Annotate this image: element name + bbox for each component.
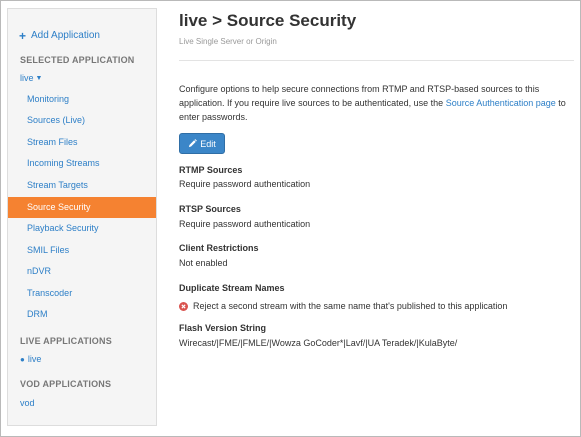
live-application-link[interactable]: ● live <box>20 354 41 364</box>
sidebar-item-transcoder[interactable]: Transcoder <box>8 283 156 304</box>
duplicate-stream-names-label: Duplicate Stream Names <box>179 283 285 293</box>
edit-button-label: Edit <box>200 138 216 149</box>
selected-application-heading: SELECTED APPLICATION <box>20 55 135 65</box>
client-restrictions-label: Client Restrictions <box>179 243 259 253</box>
sidebar: + Add Application SELECTED APPLICATION l… <box>7 8 157 426</box>
sidebar-item-incoming-streams[interactable]: Incoming Streams <box>8 153 156 174</box>
intro-text: Configure options to help secure connect… <box>179 82 574 124</box>
application-selector[interactable]: live ▼ <box>20 73 42 83</box>
live-application-label: live <box>27 354 42 364</box>
sidebar-item-playback-security[interactable]: Playback Security <box>8 218 156 239</box>
sidebar-item-sources-live[interactable]: Sources (Live) <box>8 110 156 131</box>
flash-version-string-label: Flash Version String <box>179 323 267 333</box>
reject-x-icon <box>179 301 188 311</box>
rtmp-sources-label: RTMP Sources <box>179 165 243 175</box>
flash-version-string-value: Wirecast/|FME/|FMLE/|Wowza GoCoder*|Lavf… <box>179 338 458 348</box>
duplicate-stream-names-row: Reject a second stream with the same nam… <box>179 301 507 311</box>
title-divider <box>179 60 574 61</box>
plus-icon: + <box>19 28 27 43</box>
sidebar-item-monitoring[interactable]: Monitoring <box>8 89 156 110</box>
rtsp-sources-label: RTSP Sources <box>179 204 241 214</box>
bullet-icon: ● <box>20 355 25 364</box>
duplicate-stream-names-value: Reject a second stream with the same nam… <box>193 301 508 311</box>
page-title: live > Source Security <box>179 11 357 30</box>
edit-button[interactable]: Edit <box>179 133 225 154</box>
application-selector-label: live <box>20 73 34 83</box>
sidebar-item-source-security[interactable]: Source Security <box>8 197 156 218</box>
sidebar-item-stream-files[interactable]: Stream Files <box>8 132 156 153</box>
add-application-button[interactable]: + Add Application <box>19 28 100 43</box>
sidebar-item-smil-files[interactable]: SMIL Files <box>8 240 156 261</box>
rtsp-sources-value: Require password authentication <box>179 219 311 229</box>
rtmp-sources-value: Require password authentication <box>179 179 311 189</box>
pencil-icon <box>189 139 198 148</box>
client-restrictions-value: Not enabled <box>179 258 228 268</box>
vod-applications-heading: VOD APPLICATIONS <box>20 379 112 389</box>
caret-down-icon: ▼ <box>35 75 43 82</box>
source-authentication-link[interactable]: Source Authentication page <box>446 98 556 108</box>
sidebar-item-stream-targets[interactable]: Stream Targets <box>8 175 156 196</box>
vod-application-link[interactable]: vod <box>20 398 35 408</box>
sidebar-item-ndvr[interactable]: nDVR <box>8 261 156 282</box>
page-subtitle: Live Single Server or Origin <box>179 37 277 46</box>
live-applications-heading: LIVE APPLICATIONS <box>20 336 112 346</box>
add-application-label: Add Application <box>31 30 100 41</box>
sidebar-item-drm[interactable]: DRM <box>8 304 156 325</box>
